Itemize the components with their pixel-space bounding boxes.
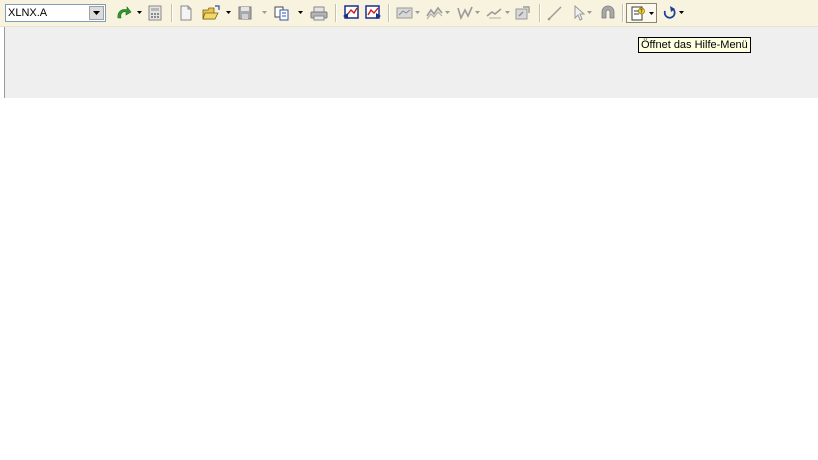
combobox-dropdown-button[interactable]: [89, 6, 104, 20]
chevron-down-icon[interactable]: [226, 11, 231, 14]
undo-button[interactable]: [661, 4, 677, 22]
new-document-icon: [180, 5, 192, 21]
main-toolbar: XLNX.A ?: [0, 0, 818, 27]
cursor-button[interactable]: [571, 4, 587, 22]
toolbar-separator: [335, 4, 337, 22]
magnet-icon: [601, 5, 615, 19]
chevron-down-icon[interactable]: [137, 11, 142, 14]
chart-forward-button[interactable]: [364, 4, 382, 22]
chevron-down-icon[interactable]: [587, 11, 592, 14]
save-disk-icon: [238, 6, 252, 20]
symbol-combobox[interactable]: XLNX.A: [5, 4, 106, 22]
study-icon: [457, 6, 473, 21]
properties-button[interactable]: [514, 4, 532, 22]
chart-back-icon: [343, 5, 359, 19]
toolbar-separator: [622, 4, 624, 22]
new-document-button[interactable]: [178, 4, 194, 22]
print-button[interactable]: [309, 4, 329, 22]
chevron-down-icon[interactable]: [679, 11, 684, 14]
undo-icon: [663, 6, 676, 19]
go-button[interactable]: [114, 4, 132, 22]
indicator-button[interactable]: [425, 4, 445, 22]
line-tool-button[interactable]: [546, 4, 564, 22]
copy-icon: [274, 6, 289, 21]
line-tool-icon: [547, 6, 562, 21]
chart-type-icon: [396, 7, 413, 19]
refresh-arrow-icon: [117, 6, 132, 19]
help-icon: ?: [631, 6, 645, 21]
copy-button[interactable]: [273, 4, 291, 22]
print-icon: [310, 6, 328, 21]
chevron-down-icon: [649, 12, 654, 15]
toolbar-separator: [171, 4, 173, 22]
cursor-icon: [574, 4, 586, 21]
svg-text:?: ?: [640, 9, 643, 15]
magnet-button[interactable]: [599, 4, 617, 22]
help-menu-button[interactable]: ?: [626, 3, 657, 23]
symbol-combobox-value: XLNX.A: [8, 7, 48, 19]
save-button[interactable]: [237, 4, 253, 22]
toolbar-separator: [388, 4, 390, 22]
chart-forward-icon: [365, 5, 381, 19]
chevron-down-icon[interactable]: [475, 11, 480, 14]
properties-icon: [515, 6, 530, 20]
open-button[interactable]: [202, 4, 222, 22]
help-tooltip: Öffnet das Hilfe-Menü: [638, 37, 751, 53]
application-window: XLNX.A ? Öffnet das Hilfe-Menü: [0, 0, 818, 98]
chart-type-button[interactable]: [395, 4, 415, 22]
toolbar-separator: [539, 4, 541, 22]
chevron-down-icon[interactable]: [298, 11, 303, 14]
chevron-down-icon[interactable]: [262, 11, 267, 14]
indicator-icon: [426, 6, 443, 20]
calculator-icon: [148, 5, 162, 21]
chart-back-button[interactable]: [342, 4, 360, 22]
open-folder-icon: [202, 5, 220, 20]
study-button[interactable]: [455, 4, 475, 22]
calculator-button[interactable]: [147, 4, 163, 22]
chevron-down-icon[interactable]: [505, 11, 510, 14]
chevron-down-icon[interactable]: [445, 11, 450, 14]
chevron-down-icon: [93, 11, 100, 15]
chevron-down-icon[interactable]: [415, 11, 420, 14]
drawing-icon: [486, 8, 502, 19]
drawing-button[interactable]: [485, 4, 505, 22]
